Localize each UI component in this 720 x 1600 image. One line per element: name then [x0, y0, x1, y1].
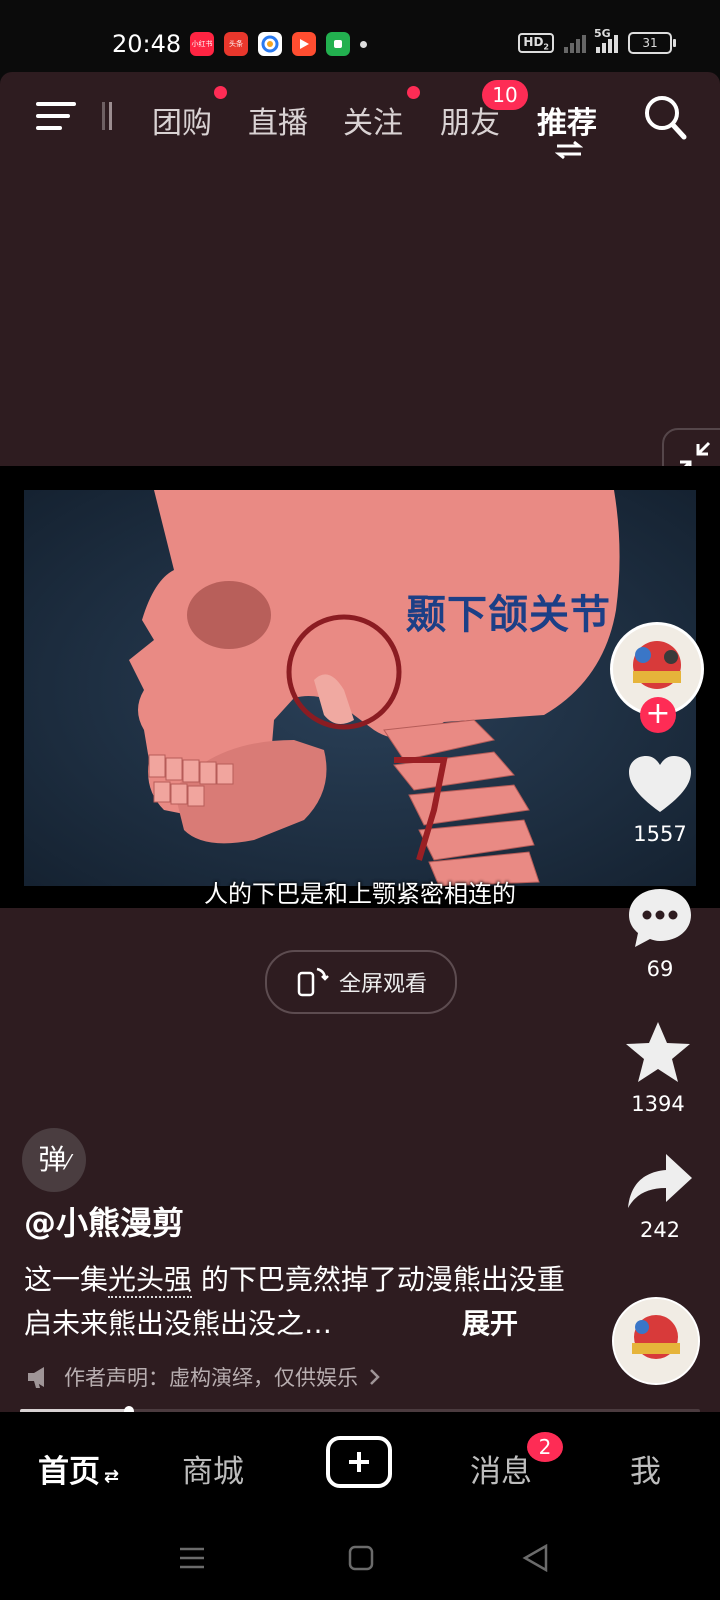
author-disclaimer[interactable]: 作者声明：虚构演绎，仅供娱乐	[26, 1362, 380, 1392]
fullscreen-button[interactable]: 全屏观看	[265, 950, 457, 1014]
tab-messages[interactable]: 消息	[470, 1446, 532, 1491]
tab-home[interactable]: 首页 ⇄	[38, 1446, 119, 1491]
status-time: 20:48	[112, 30, 182, 58]
comment-icon	[629, 889, 691, 947]
menu-icon[interactable]	[36, 102, 76, 132]
home-icon[interactable]	[348, 1545, 374, 1571]
share-count: 242	[639, 1218, 681, 1242]
friends-badge: 10	[482, 80, 528, 110]
green-app-icon	[326, 32, 350, 56]
swap-feed-icon[interactable]	[555, 140, 583, 160]
browser-icon	[258, 32, 282, 56]
favorite-count: 1394	[631, 1092, 685, 1116]
status-bar: 20:48 小红书 头条 HD2 5G 31	[0, 0, 720, 72]
rotate-phone-icon	[297, 967, 329, 997]
megaphone-icon	[28, 1367, 44, 1388]
status-indicators: HD2 5G 31	[518, 27, 676, 54]
signal-icon-5g: 5G	[594, 27, 618, 53]
star-icon	[626, 1022, 690, 1082]
following-dot	[407, 86, 420, 99]
tab-following[interactable]: 关注	[343, 98, 403, 142]
video-subtitle: 人的下巴是和上颚紧密相连的	[204, 880, 516, 908]
messages-badge: 2	[527, 1432, 563, 1462]
heart-icon	[629, 756, 691, 812]
music-disc-avatar[interactable]	[612, 1297, 700, 1385]
search-icon[interactable]	[643, 94, 687, 140]
chevron-right-icon	[370, 1369, 380, 1385]
skull-illustration	[24, 490, 696, 886]
expand-description-button[interactable]: 展开	[462, 1302, 518, 1342]
more-notifications-dot	[360, 40, 367, 48]
tab-live[interactable]: 直播	[248, 98, 308, 142]
like-button[interactable]: 1557	[615, 754, 705, 846]
recent-apps-icon[interactable]	[178, 1546, 206, 1570]
favorite-button[interactable]: 1394	[613, 1020, 703, 1116]
author-name[interactable]: @小熊漫剪	[24, 1198, 184, 1244]
create-post-button[interactable]	[326, 1436, 392, 1488]
group-buy-dot	[214, 86, 227, 99]
fullscreen-label: 全屏观看	[338, 972, 427, 997]
tab-mall[interactable]: 商城	[182, 1446, 244, 1491]
follow-button[interactable]: +	[640, 697, 676, 733]
video-overlay-label: 颞下颌关节	[406, 592, 611, 638]
xiaohongshu-icon: 小红书	[190, 32, 214, 56]
video-app-icon	[292, 32, 316, 56]
share-button[interactable]: 242	[615, 1152, 705, 1242]
system-navigation-bar	[0, 1516, 720, 1600]
signal-icon-sim1	[564, 33, 586, 53]
danmaku-toggle-button[interactable]: 弹⁄	[22, 1128, 86, 1192]
share-arrow-icon	[628, 1154, 692, 1208]
tab-me[interactable]: 我	[630, 1446, 661, 1491]
toutiao-icon: 头条	[224, 32, 248, 56]
video-feed-panel[interactable]: 团购 直播 关注 朋友 10 推荐 颞下颌关节 人的下巴是和上颚紧密相连的 全屏…	[0, 72, 720, 1412]
like-count: 1557	[633, 822, 687, 846]
live-indicator-icon	[102, 102, 116, 130]
battery-icon: 31	[628, 32, 676, 54]
video-frame[interactable]: 颞下颌关节	[24, 490, 696, 886]
hashtag-keyword[interactable]: 光头强	[108, 1263, 193, 1298]
swap-icon: ⇄	[104, 1466, 120, 1487]
notification-app-icons: 小红书 头条	[190, 32, 367, 56]
disclaimer-text: 作者声明：虚构演绎，仅供娱乐	[64, 1366, 358, 1390]
tab-group-buy[interactable]: 团购	[152, 98, 212, 142]
tab-recommended[interactable]: 推荐	[537, 98, 597, 142]
comment-button[interactable]: 69	[615, 887, 705, 981]
bottom-tab-bar: 首页 ⇄ 商城 消息 2 我	[0, 1412, 720, 1516]
hd-voice-icon: HD2	[518, 32, 554, 54]
comment-count: 69	[646, 957, 674, 981]
back-icon[interactable]	[522, 1544, 548, 1572]
